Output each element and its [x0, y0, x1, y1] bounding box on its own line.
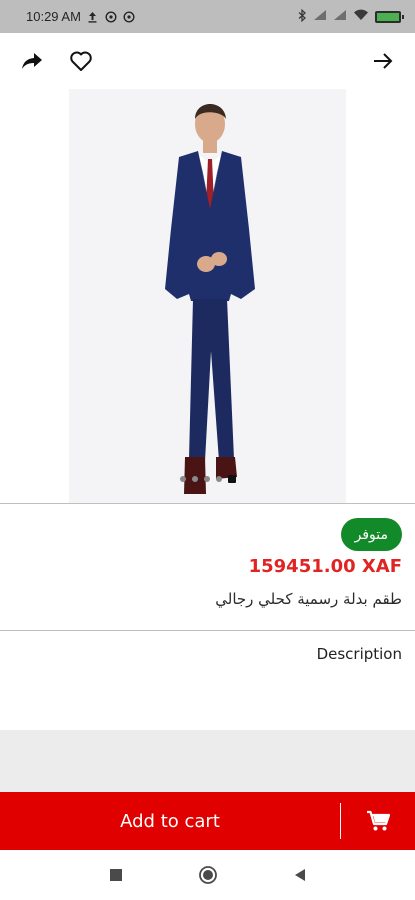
pagination-dot-active[interactable] [227, 475, 236, 483]
battery-icon [375, 10, 404, 23]
status-left: 10:29 AM [26, 9, 135, 24]
status-bar: 10:29 AM [0, 0, 415, 33]
signal-icon [313, 9, 327, 24]
wifi-icon [353, 9, 369, 24]
pagination-dot[interactable] [191, 476, 198, 482]
bluetooth-icon [298, 8, 307, 25]
heart-outline-icon[interactable] [65, 45, 97, 77]
triangle-back-icon[interactable] [286, 861, 314, 889]
status-time: 10:29 AM [26, 9, 81, 24]
share-icon[interactable] [16, 45, 48, 77]
product-title: طقم بدلة رسمية كحلي رجالي [215, 590, 402, 608]
description-label: Description [316, 645, 402, 663]
circle-icon[interactable] [194, 861, 222, 889]
top-app-bar [0, 33, 415, 89]
whatsapp-icon [105, 10, 117, 23]
cart-icon[interactable] [341, 810, 415, 832]
product-photo[interactable] [69, 89, 346, 503]
availability-badge: متوفر [340, 518, 402, 551]
man-in-suit-image [69, 89, 346, 503]
spacer-band [0, 730, 415, 792]
upload-icon [87, 11, 99, 23]
divider [0, 503, 415, 504]
pagination-dot[interactable] [215, 476, 222, 482]
gallery-pagination [69, 475, 346, 483]
whatsapp-icon [123, 10, 135, 23]
product-detail-screen: 10:29 AM متوفر 159451.00 XAF طقم بدلة رس… [0, 0, 415, 900]
product-price: 159451.00 XAF [248, 556, 402, 577]
status-right [298, 8, 404, 25]
arrow-forward-icon[interactable] [367, 45, 399, 77]
signal-icon [333, 9, 347, 24]
square-icon[interactable] [102, 861, 130, 889]
add-to-cart-label: Add to cart [120, 810, 220, 832]
add-to-cart-button[interactable]: Add to cart [0, 792, 415, 850]
product-gallery[interactable] [0, 89, 415, 503]
divider [0, 630, 415, 631]
pagination-dot[interactable] [179, 476, 186, 482]
pagination-dot[interactable] [203, 476, 210, 482]
system-nav-bar [0, 850, 415, 900]
